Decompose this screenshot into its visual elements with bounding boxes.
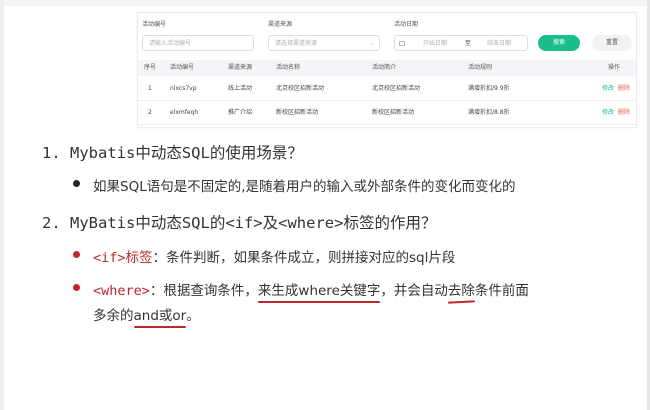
cell-no: 1 xyxy=(148,85,152,92)
bullet-dot xyxy=(73,251,80,258)
edit-link[interactable]: 修改 xyxy=(602,81,614,97)
date-range-picker[interactable]: 开始日期 至 结束日期 xyxy=(394,35,528,51)
header-actions: 操作 xyxy=(608,64,621,71)
where-line2-text: 多余的 xyxy=(93,308,134,324)
cell-no: 2 xyxy=(148,109,152,116)
cell-name: 新校区招新活动 xyxy=(276,109,319,116)
where-line2-end: 。 xyxy=(186,308,200,324)
heading-usage-scenario: 1. Mybatis中动态SQL的使用场景？ xyxy=(42,144,303,162)
header-channel: 渠道来源 xyxy=(228,64,253,71)
where-text-2: ，并会自动 xyxy=(380,283,448,299)
highlight-remove: 去除 xyxy=(447,279,475,304)
activity-id-input[interactable]: 请输入活动编号 xyxy=(142,35,254,51)
search-button[interactable]: 搜索 xyxy=(538,35,580,51)
reset-button[interactable]: 重置 xyxy=(592,35,632,51)
date-start: 开始日期 xyxy=(423,40,448,47)
cell-rule: 满增折扣/9.9折 xyxy=(468,85,510,92)
red-underline xyxy=(447,300,475,304)
red-underline xyxy=(133,326,187,328)
cell-rule: 满增折扣/8.8折 xyxy=(468,109,510,116)
bullet-usage-description: 如果SQL语句是不固定的,是随着用户的输入或外部条件的变化而变化的 xyxy=(93,179,516,195)
date-separator: 至 xyxy=(465,40,472,47)
table-row: 1 nlxcs7vp 线上活动 北京校区招新活动 北京校区招新活动 满增折扣/9… xyxy=(138,78,636,101)
channel-label: 渠道来源 xyxy=(268,21,293,28)
header-code: 活动编号 xyxy=(170,64,195,71)
left-edge xyxy=(0,0,4,410)
header-no: 序号 xyxy=(144,64,157,71)
where-text-1: ：根据查询条件， xyxy=(149,283,258,299)
highlight-and-or: and或or xyxy=(133,304,187,328)
bullet-if-tag: <if>标签：条件判断，如果条件成立，则拼接对应的sql片段 xyxy=(93,246,455,266)
cell-intro: 北京校区招新活动 xyxy=(372,85,421,92)
bullet-where-tag: <where>：根据查询条件，来生成where关键字 ，并会自动去除 条件前面 xyxy=(93,279,529,304)
table-header: 序号 活动编号 渠道来源 活动名称 活动简介 活动规则 操作 xyxy=(138,60,636,76)
cell-channel: 推广介绍 xyxy=(228,109,253,116)
bullet-dot xyxy=(73,180,80,187)
header-intro: 活动简介 xyxy=(372,64,397,71)
cell-code: nlxcs7vp xyxy=(170,85,197,92)
table-row: 2 elxmfeqh 推广介绍 新校区招新活动 新校区招新活动 满增折扣/8.8… xyxy=(138,102,636,125)
date-label: 活动日期 xyxy=(394,21,419,28)
embedded-activity-screenshot: 活动编号 请输入活动编号 渠道来源 请选择渠道来源 ⌄ 活动日期 开始日期 至 … xyxy=(137,12,637,128)
cell-name: 北京校区招新活动 xyxy=(276,85,325,92)
delete-link[interactable]: 删除 xyxy=(618,105,630,121)
bullet-where-tag-line2: 多余的and或or。 xyxy=(93,304,200,328)
red-underline xyxy=(257,301,381,303)
calendar-icon xyxy=(399,41,405,46)
date-end: 结束日期 xyxy=(487,40,512,47)
cell-intro: 新校区招新活动 xyxy=(372,109,415,116)
bullet-dot xyxy=(73,284,80,291)
channel-placeholder: 请选择渠道来源 xyxy=(275,40,318,47)
highlight-generate-where: 来生成where关键字 xyxy=(257,279,381,303)
chevron-down-icon: ⌄ xyxy=(368,40,374,47)
heading-tags-purpose: 2. MyBatis中动态SQL的<if>及<where>标签的作用？ xyxy=(42,214,437,232)
where-tag-label: <where> xyxy=(93,283,150,299)
cell-channel: 线上活动 xyxy=(228,85,253,92)
if-tag-label: <if>标签 xyxy=(93,250,153,266)
if-tag-description: ：条件判断，如果条件成立，则拼接对应的sql片段 xyxy=(152,250,456,266)
delete-link[interactable]: 删除 xyxy=(618,81,630,97)
cell-code: elxmfeqh xyxy=(170,109,199,116)
header-name: 活动名称 xyxy=(276,64,301,71)
where-text-3: 条件前面 xyxy=(474,283,529,299)
edit-link[interactable]: 修改 xyxy=(602,105,614,121)
activity-id-label: 活动编号 xyxy=(142,21,167,28)
top-strip xyxy=(0,0,650,6)
channel-select[interactable]: 请选择渠道来源 ⌄ xyxy=(268,35,380,51)
header-rule: 活动规则 xyxy=(468,64,493,71)
